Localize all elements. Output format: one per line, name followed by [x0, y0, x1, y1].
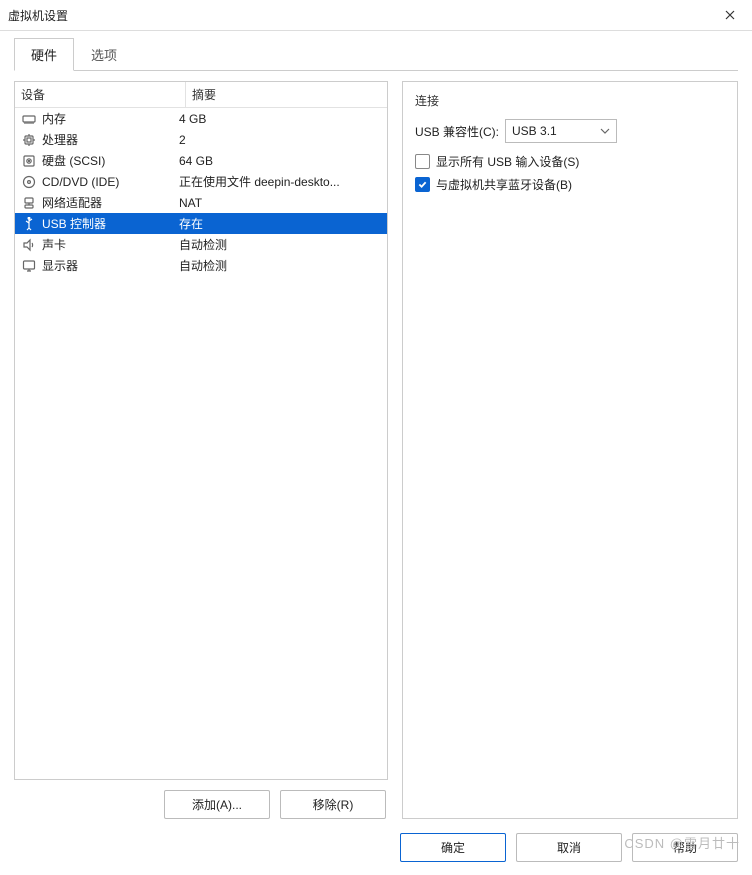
checkbox-show-all-usb[interactable]: 显示所有 USB 输入设备(S) [415, 153, 725, 170]
device-row[interactable]: 显示器 自动检测 [15, 255, 387, 276]
device-name: 网络适配器 [42, 194, 102, 211]
disk-icon [21, 153, 37, 169]
network-icon [21, 195, 37, 211]
window-title: 虚拟机设置 [8, 7, 68, 24]
titlebar: 虚拟机设置 [0, 0, 752, 31]
help-button[interactable]: 帮助 [632, 833, 738, 862]
device-name: 显示器 [42, 257, 78, 274]
checkbox-label: 显示所有 USB 输入设备(S) [436, 153, 579, 170]
device-row[interactable]: USB 控制器 存在 [15, 213, 387, 234]
usb-compat-select[interactable]: USB 3.1 [505, 119, 617, 143]
device-name: 硬盘 (SCSI) [42, 152, 105, 169]
device-summary: 4 GB [173, 110, 387, 128]
tab-options[interactable]: 选项 [74, 38, 134, 71]
close-icon [725, 10, 735, 20]
tab-bar: 硬件 选项 [14, 37, 738, 71]
right-panel: 连接 USB 兼容性(C): USB 3.1 显示所有 USB 输入设备(S) … [402, 81, 738, 819]
device-name: 声卡 [42, 236, 66, 253]
remove-button[interactable]: 移除(R) [280, 790, 386, 819]
device-list-header: 设备 摘要 [15, 82, 387, 108]
add-button[interactable]: 添加(A)... [164, 790, 270, 819]
device-name: USB 控制器 [42, 215, 106, 232]
device-summary: 自动检测 [173, 255, 387, 276]
device-row[interactable]: 内存 4 GB [15, 108, 387, 129]
usb-compat-value: USB 3.1 [512, 124, 557, 138]
dialog-footer: 确定 取消 帮助 [14, 819, 738, 862]
device-row[interactable]: CD/DVD (IDE) 正在使用文件 deepin-deskto... [15, 171, 387, 192]
left-column: 设备 摘要 内存4 GB处理器2硬盘 (SCSI)64 GBCD/DVD (ID… [14, 81, 388, 819]
display-icon [21, 258, 37, 274]
device-name: CD/DVD (IDE) [42, 175, 119, 189]
checkbox-icon [415, 154, 430, 169]
device-row[interactable]: 硬盘 (SCSI) 64 GB [15, 150, 387, 171]
chevron-down-icon [600, 126, 610, 136]
group-title-connection: 连接 [415, 92, 725, 109]
usb-icon [21, 216, 37, 232]
cd-icon [21, 174, 37, 190]
cpu-icon [21, 132, 37, 148]
device-name: 处理器 [42, 131, 78, 148]
checkbox-label: 与虚拟机共享蓝牙设备(B) [436, 176, 572, 193]
close-button[interactable] [714, 4, 746, 26]
device-row[interactable]: 声卡 自动检测 [15, 234, 387, 255]
device-summary: 正在使用文件 deepin-deskto... [173, 171, 387, 192]
device-row[interactable]: 处理器 2 [15, 129, 387, 150]
device-row[interactable]: 网络适配器 NAT [15, 192, 387, 213]
device-summary: 2 [173, 131, 387, 149]
ok-button[interactable]: 确定 [400, 833, 506, 862]
tab-hardware[interactable]: 硬件 [14, 38, 74, 71]
device-list: 设备 摘要 内存4 GB处理器2硬盘 (SCSI)64 GBCD/DVD (ID… [14, 81, 388, 780]
device-summary: 自动检测 [173, 234, 387, 255]
device-summary: NAT [173, 194, 387, 212]
device-name: 内存 [42, 110, 66, 127]
sound-icon [21, 237, 37, 253]
memory-icon [21, 111, 37, 127]
cancel-button[interactable]: 取消 [516, 833, 622, 862]
device-summary: 存在 [173, 213, 387, 234]
checkbox-icon [415, 177, 430, 192]
usb-compat-label: USB 兼容性(C): [415, 123, 499, 140]
device-summary: 64 GB [173, 152, 387, 170]
checkbox-share-bluetooth[interactable]: 与虚拟机共享蓝牙设备(B) [415, 176, 725, 193]
col-header-device[interactable]: 设备 [15, 82, 186, 107]
col-header-summary[interactable]: 摘要 [186, 82, 387, 107]
